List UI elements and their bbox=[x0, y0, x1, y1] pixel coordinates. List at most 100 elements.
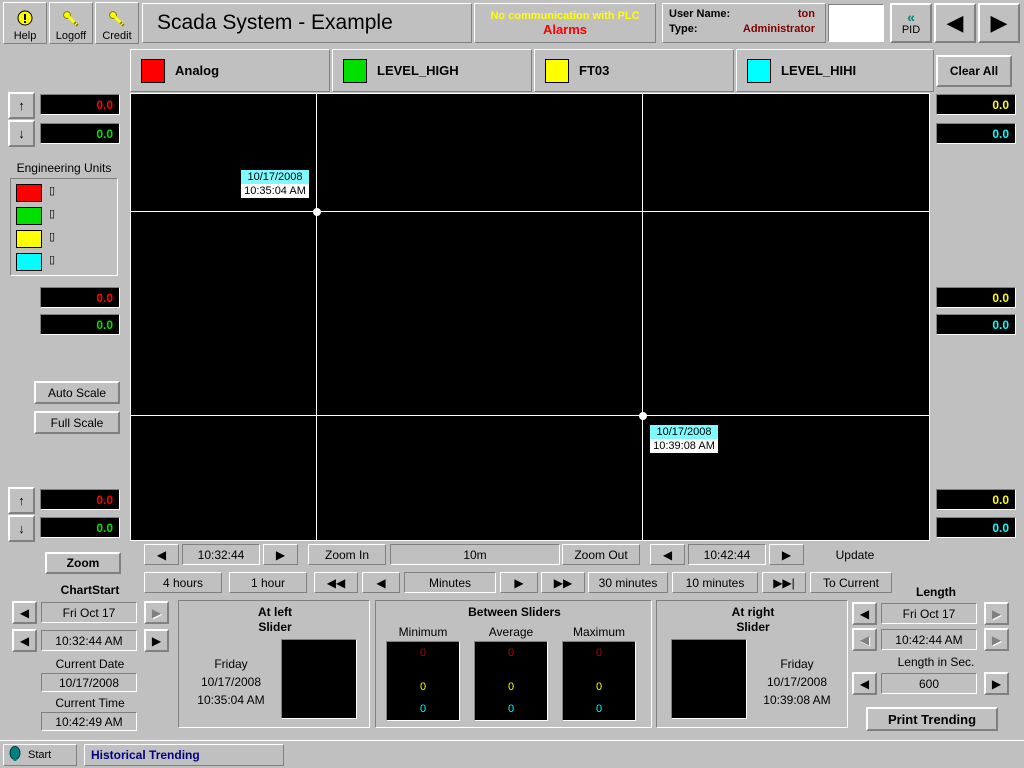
user-name-value: ton bbox=[798, 7, 821, 22]
nav-next-button[interactable]: ▶ bbox=[978, 3, 1020, 43]
length-sec-decrement[interactable]: ◀ bbox=[852, 672, 877, 695]
length-time-decrement[interactable]: ◀ bbox=[852, 628, 877, 651]
step-forward-button[interactable]: ▶ bbox=[500, 572, 538, 593]
left-time-decrement-button[interactable]: ◀ bbox=[144, 544, 179, 565]
at-left-slider-title-1: At left bbox=[179, 605, 371, 619]
current-date-label: Current Date bbox=[8, 657, 172, 671]
between-sliders-average-values: 0 0 0 bbox=[474, 641, 548, 721]
left-cursor-date: 10/17/2008 bbox=[241, 170, 309, 184]
pid-label: PID bbox=[902, 24, 920, 36]
left-time-increment-button[interactable]: ▶ bbox=[263, 544, 298, 565]
max-value-red: 0 bbox=[596, 642, 602, 664]
triangle-left-icon: ◀ bbox=[663, 548, 672, 562]
taskbar-item-historical-trending[interactable]: Historical Trending bbox=[84, 744, 284, 766]
left-time-field[interactable]: 10:32:44 bbox=[182, 544, 260, 565]
trend-chart[interactable]: 10/17/2008 10:35:04 AM 10/17/2008 10:39:… bbox=[130, 93, 930, 541]
alarm-status-panel[interactable]: No communication with PLC Alarms bbox=[474, 3, 656, 43]
clear-all-button[interactable]: Clear All bbox=[936, 55, 1012, 87]
credit-button[interactable]: Credit bbox=[95, 2, 139, 44]
legend-item-level-high[interactable]: LEVEL_HIGH bbox=[332, 49, 532, 92]
eng-unit-text-green: ▯ bbox=[49, 207, 55, 220]
step-forward-fast-button[interactable]: ▶▶ bbox=[541, 572, 585, 593]
right-time-field[interactable]: 10:42:44 bbox=[688, 544, 766, 565]
chart-start-time-decrement[interactable]: ◀ bbox=[12, 629, 37, 652]
right-time-decrement-button[interactable]: ◀ bbox=[650, 544, 685, 565]
min-value-cyan: 0 bbox=[420, 698, 426, 720]
scale-up-button-top[interactable]: ↑ bbox=[8, 92, 35, 119]
legend-item-ft03[interactable]: FT03 bbox=[534, 49, 734, 92]
chart-start-date-decrement[interactable]: ◀ bbox=[12, 601, 37, 624]
right-cursor-line[interactable] bbox=[642, 94, 643, 540]
chart-start-time-field[interactable]: 10:32:44 AM bbox=[41, 630, 137, 651]
full-scale-button[interactable]: Full Scale bbox=[34, 411, 120, 434]
chart-start-title: ChartStart bbox=[8, 583, 172, 597]
between-sliders-col-label-minimum: Minimum bbox=[384, 625, 462, 639]
left-value-green-bottom: 0.0 bbox=[40, 517, 120, 538]
legend-item-level-hihi[interactable]: LEVEL_HIHI bbox=[736, 49, 934, 92]
thirty-minutes-button[interactable]: 30 minutes bbox=[588, 572, 668, 593]
step-back-button[interactable]: ◀ bbox=[362, 572, 400, 593]
chart-start-time-increment[interactable]: ▶ bbox=[144, 629, 169, 652]
zoom-out-button[interactable]: Zoom Out bbox=[562, 544, 640, 565]
left-value-red-top: 0.0 bbox=[40, 94, 120, 115]
zoom-button[interactable]: Zoom bbox=[45, 552, 121, 574]
length-date-field[interactable]: Fri Oct 17 bbox=[881, 603, 977, 624]
logoff-button[interactable]: Logoff bbox=[49, 2, 93, 44]
scale-down-button-top[interactable]: ↓ bbox=[8, 120, 35, 147]
engineering-units-panel: ▯ ▯ ▯ ▯ bbox=[10, 178, 118, 276]
length-time-field[interactable]: 10:42:44 AM bbox=[881, 629, 977, 650]
triangle-right-icon: ▶ bbox=[152, 606, 161, 620]
step-unit-field[interactable]: Minutes bbox=[404, 572, 496, 593]
scale-down-button-bottom[interactable]: ↓ bbox=[8, 515, 35, 542]
triangle-right-icon: ▶ bbox=[991, 13, 1008, 33]
left-value-green-top: 0.0 bbox=[40, 123, 120, 144]
length-time-increment[interactable]: ▶ bbox=[984, 628, 1009, 651]
chart-start-date-increment[interactable]: ▶ bbox=[144, 601, 169, 624]
eng-unit-swatch-green bbox=[16, 207, 42, 225]
max-value-yellow: 0 bbox=[596, 676, 602, 698]
at-left-slider-date: 10/17/2008 bbox=[189, 675, 273, 689]
one-hour-button[interactable]: 1 hour bbox=[229, 572, 307, 593]
step-back-fast-button[interactable]: ◀◀ bbox=[314, 572, 358, 593]
ten-minutes-button[interactable]: 10 minutes bbox=[672, 572, 758, 593]
print-trending-button[interactable]: Print Trending bbox=[866, 707, 998, 731]
eng-unit-swatch-cyan bbox=[16, 253, 42, 271]
nav-prev-button[interactable]: ◀ bbox=[934, 3, 976, 43]
at-left-slider-panel: At left Slider Friday 10/17/2008 10:35:0… bbox=[178, 600, 370, 728]
legend-item-analog[interactable]: Analog bbox=[130, 49, 330, 92]
start-button[interactable]: Start bbox=[3, 744, 77, 766]
legend-label: Analog bbox=[175, 63, 219, 78]
jump-to-end-button[interactable]: ▶▶| bbox=[762, 572, 806, 593]
length-date-decrement[interactable]: ◀ bbox=[852, 602, 877, 625]
length-sec-field[interactable]: 600 bbox=[881, 673, 977, 694]
auto-scale-button[interactable]: Auto Scale bbox=[34, 381, 120, 404]
triangle-right-icon: ▶ bbox=[992, 677, 1001, 691]
triangle-left-icon: ◀ bbox=[947, 13, 964, 33]
triangle-left-icon: ◀ bbox=[20, 634, 29, 648]
span-field[interactable]: 10m bbox=[390, 544, 560, 565]
double-chevron-left-icon: « bbox=[907, 11, 915, 24]
left-cursor-line[interactable] bbox=[316, 94, 317, 540]
right-cursor-handle[interactable] bbox=[639, 412, 647, 420]
at-right-slider-title-1: At right bbox=[657, 605, 849, 619]
left-cursor-handle[interactable] bbox=[313, 208, 321, 216]
help-button[interactable]: Help bbox=[3, 2, 47, 44]
pid-button[interactable]: « PID bbox=[890, 3, 932, 43]
triangle-right-icon: ▶ bbox=[514, 576, 523, 590]
at-right-slider-values-display bbox=[671, 639, 747, 719]
avg-value-yellow: 0 bbox=[508, 676, 514, 698]
start-label: Start bbox=[28, 749, 51, 761]
triangle-left-icon: ◀ bbox=[860, 633, 869, 647]
alarm-title: Alarms bbox=[543, 22, 587, 37]
between-sliders-col-label-maximum: Maximum bbox=[560, 625, 638, 639]
length-sec-increment[interactable]: ▶ bbox=[984, 672, 1009, 695]
user-name-label: User Name: bbox=[669, 7, 730, 22]
scale-up-button-bottom[interactable]: ↑ bbox=[8, 487, 35, 514]
zoom-in-button[interactable]: Zoom In bbox=[308, 544, 386, 565]
length-date-increment[interactable]: ▶ bbox=[984, 602, 1009, 625]
right-time-increment-button[interactable]: ▶ bbox=[769, 544, 804, 565]
triangle-left-icon: ◀ bbox=[376, 576, 385, 590]
chart-start-date-field[interactable]: Fri Oct 17 bbox=[41, 602, 137, 623]
right-value-yellow-mid: 0.0 bbox=[936, 287, 1016, 308]
triangle-right-icon: ▶ bbox=[992, 607, 1001, 621]
